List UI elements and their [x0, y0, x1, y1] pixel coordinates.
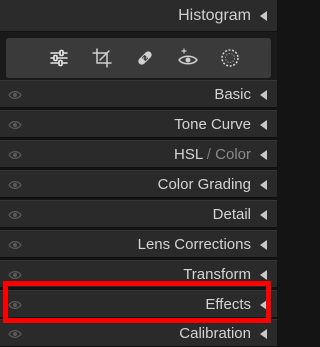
- collapse-triangle-icon[interactable]: [260, 90, 267, 100]
- color-tab[interactable]: Color: [215, 146, 251, 163]
- collapse-triangle-icon[interactable]: [260, 150, 267, 160]
- visibility-eye-icon[interactable]: [8, 180, 22, 190]
- panel-detail[interactable]: Detail: [0, 200, 277, 228]
- red-eye-icon[interactable]: [219, 47, 241, 69]
- panel-label: Color Grading: [157, 176, 251, 193]
- healing-icon[interactable]: [134, 47, 156, 69]
- visibility-eye-icon[interactable]: [8, 120, 22, 130]
- visibility-eye-icon[interactable]: [8, 240, 22, 250]
- collapse-triangle-icon[interactable]: [260, 120, 267, 130]
- panel-label: Detail: [212, 206, 251, 223]
- panel-label: HSL / Color: [174, 145, 251, 165]
- panel-label: Basic: [214, 86, 251, 103]
- panel-tone-curve[interactable]: Tone Curve: [0, 110, 277, 138]
- panel-label: Lens Corrections: [137, 236, 251, 253]
- panel-label: Tone Curve: [174, 116, 251, 133]
- collapse-triangle-icon[interactable]: [260, 210, 267, 220]
- visibility-eye-icon[interactable]: [8, 270, 22, 280]
- panel-hsl-color[interactable]: HSL / Color: [0, 140, 277, 168]
- panel-color-grading[interactable]: Color Grading: [0, 170, 277, 198]
- develop-toolbar: [6, 38, 271, 78]
- panel-lens-corrections[interactable]: Lens Corrections: [0, 230, 277, 258]
- histogram-label: Histogram: [178, 7, 251, 24]
- hsl-tab[interactable]: HSL: [174, 146, 203, 163]
- collapse-triangle-icon[interactable]: [260, 11, 267, 21]
- visibility-eye-icon[interactable]: [8, 90, 22, 100]
- collapse-triangle-icon[interactable]: [260, 240, 267, 250]
- panel-label: Calibration: [179, 325, 251, 342]
- crop-icon[interactable]: [91, 47, 113, 69]
- histogram-panel-header[interactable]: Histogram: [0, 0, 277, 32]
- collapse-triangle-icon[interactable]: [260, 270, 267, 280]
- visibility-eye-icon[interactable]: [8, 329, 22, 339]
- visibility-eye-icon[interactable]: [8, 210, 22, 220]
- collapse-triangle-icon[interactable]: [260, 329, 267, 339]
- panel-basic[interactable]: Basic: [0, 80, 277, 108]
- panel-calibration[interactable]: Calibration: [0, 319, 277, 347]
- edit-sliders-icon[interactable]: [48, 47, 70, 69]
- masking-icon[interactable]: [177, 47, 199, 69]
- effects-highlight-box: [3, 281, 271, 323]
- collapse-triangle-icon[interactable]: [260, 180, 267, 190]
- visibility-eye-icon[interactable]: [8, 150, 22, 160]
- tab-separator: /: [202, 146, 216, 163]
